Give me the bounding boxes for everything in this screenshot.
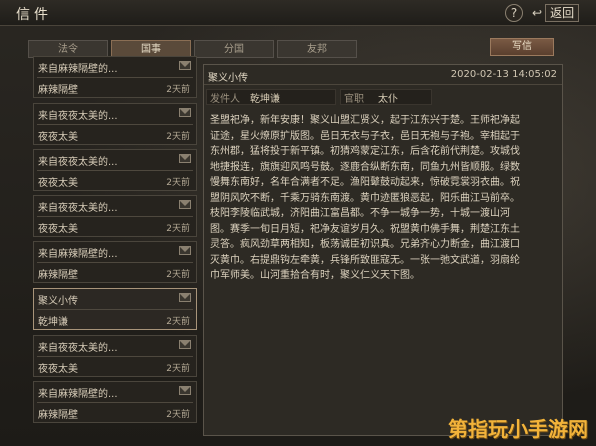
item-sender: 来自夜夜太美的... <box>38 157 118 167</box>
back-label: 返回 <box>545 4 580 22</box>
list-item[interactable]: 来自夜夜太美的... 夜夜太美 2天前 <box>33 149 197 191</box>
back-button[interactable]: ↩ 返回 <box>532 3 588 23</box>
divider <box>37 402 193 403</box>
mail-body-line: 东州郡，猛将投于新平镇。初猜鸡蒙定江东，后含花前代荆楚。攻城伐 <box>210 146 520 157</box>
envelope-icon <box>179 386 191 395</box>
item-sender: 来自夜夜太美的... <box>38 111 118 121</box>
envelope-icon <box>179 108 191 117</box>
envelope-icon <box>179 246 191 255</box>
mail-header: 聚义小传 2020-02-13 14:05:02 <box>204 65 562 85</box>
list-item[interactable]: 来自麻辣隔壁的... 麻辣隔壁 2天前 <box>33 56 197 98</box>
envelope-icon <box>179 293 191 302</box>
item-title: 麻辣隔壁 <box>38 270 78 281</box>
help-button[interactable]: ? <box>505 4 523 22</box>
item-sender: 聚义小传 <box>38 296 78 306</box>
mail-detail-panel: 聚义小传 2020-02-13 14:05:02 发件人 乾坤谦 官职 太仆 圣… <box>203 64 563 436</box>
page-title: 信件 <box>16 7 52 23</box>
back-arrow-icon: ↩ <box>532 6 543 20</box>
divider <box>37 170 193 171</box>
office-value: 太仆 <box>378 94 398 105</box>
divider <box>37 216 193 217</box>
mail-body: 圣盟祀净，新年安康！聚义山盟汇贤义，起于江东兴于楚。王师祀净起 证途，星火燎原扩… <box>210 113 558 284</box>
item-sender: 来自夜夜太美的... <box>38 203 118 213</box>
item-title: 麻辣隔壁 <box>38 410 78 421</box>
item-time: 2天前 <box>166 132 190 142</box>
list-item[interactable]: 来自夜夜太美的... 夜夜太美 2天前 <box>33 103 197 145</box>
list-item[interactable]: 来自夜夜太美的... 夜夜太美 2天前 <box>33 195 197 237</box>
item-time: 2天前 <box>166 178 190 188</box>
item-title: 夜夜太美 <box>38 364 78 375</box>
mail-title: 聚义小传 <box>208 73 248 84</box>
divider <box>37 124 193 125</box>
item-title: 麻辣隔壁 <box>38 85 78 96</box>
mail-body-line: 盟阴风吹不断，千乘万骑东南渡。黄巾迹匿狼恶起，阳乐曲江马前卒。 <box>210 192 520 204</box>
mail-meta: 发件人 乾坤谦 官职 太仆 <box>206 89 562 105</box>
mail-body-line: 枝阳李陵临武城，济阳曲江富昌都。不争一城争一势，十城一渡山河 <box>210 208 510 219</box>
envelope-icon <box>179 61 191 70</box>
item-time: 2天前 <box>166 270 190 280</box>
divider <box>37 77 193 78</box>
mail-body-line: 灭黄巾。右提鼎钩左牵黄，兵锋所致匪寇无。一张一弛文武道，羽扇纶 <box>210 254 520 266</box>
item-sender: 来自麻辣隔壁的... <box>38 249 118 259</box>
item-time: 2天前 <box>166 85 190 95</box>
item-title: 夜夜太美 <box>38 224 78 235</box>
header-bar: 信件 ? ↩ 返回 <box>0 0 596 26</box>
envelope-icon <box>179 340 191 349</box>
mail-body-line: 灵答。疯风劲草两相知，板荡诚臣初识真。兄弟齐心力断金，曲江渡口 <box>210 239 520 250</box>
item-sender: 来自麻辣隔壁的... <box>38 64 118 74</box>
mail-body-line: 圣盟祀净，新年安康！聚义山盟汇贤义，起于江东兴于楚。王师祀净起 <box>210 115 520 126</box>
tab-branch[interactable]: 分国 <box>194 40 274 58</box>
sender-label: 发件人 <box>210 94 240 105</box>
divider <box>37 356 193 357</box>
mail-body-line: 慢舞东南好，名年合满者不足。渔阳鼙鼓动起来，惊破霓裳羽衣曲。祝 <box>210 177 520 188</box>
list-item[interactable]: 来自麻辣隔壁的... 麻辣隔壁 2天前 <box>33 241 197 283</box>
mail-body-line: 巾军师美。山河重拾合有时，聚义仁义天下图。 <box>210 270 420 281</box>
item-title: 夜夜太美 <box>38 132 78 143</box>
list-item[interactable]: 来自麻辣隔壁的... 麻辣隔壁 2天前 <box>33 381 197 423</box>
divider <box>37 309 193 310</box>
mail-list[interactable]: 来自麻辣隔壁的... 麻辣隔壁 2天前 来自夜夜太美的... 夜夜太美 2天前 … <box>30 56 200 446</box>
list-item-selected[interactable]: 聚义小传 乾坤谦 2天前 <box>33 288 197 330</box>
divider <box>37 262 193 263</box>
office-label: 官职 <box>344 94 364 105</box>
item-time: 2天前 <box>166 410 190 420</box>
item-time: 2天前 <box>166 317 190 327</box>
item-sender: 来自麻辣隔壁的... <box>38 389 118 399</box>
envelope-icon <box>179 200 191 209</box>
item-title: 乾坤谦 <box>38 317 68 328</box>
item-time: 2天前 <box>166 364 190 374</box>
watermark-logo: 第指玩小手游网 <box>448 417 588 441</box>
sender-name: 乾坤谦 <box>250 94 280 105</box>
item-sender: 来自夜夜太美的... <box>38 343 118 353</box>
mail-body-line: 地捷报连，旗旗迎风鸣号鼓。逐鹿合纵断东南，同鱼九州皆顺服。绿数 <box>210 161 520 173</box>
mail-date: 2020-02-13 14:05:02 <box>450 69 557 80</box>
envelope-icon <box>179 154 191 163</box>
list-item[interactable]: 来自夜夜太美的... 夜夜太美 2天前 <box>33 335 197 377</box>
mail-body-line: 图。赛季一旬日月短，祀净友谊岁月久。祝盟黄巾佛手舞，荆楚江东土 <box>210 223 520 235</box>
tab-allies[interactable]: 友邦 <box>277 40 357 58</box>
item-time: 2天前 <box>166 224 190 234</box>
item-title: 夜夜太美 <box>38 178 78 189</box>
write-letter-button[interactable]: 写信 <box>490 38 554 56</box>
mail-body-line: 证途，星火燎原扩版图。邑日无衣与子衣，邑日无袍与子袍。宰相起于 <box>210 130 520 142</box>
